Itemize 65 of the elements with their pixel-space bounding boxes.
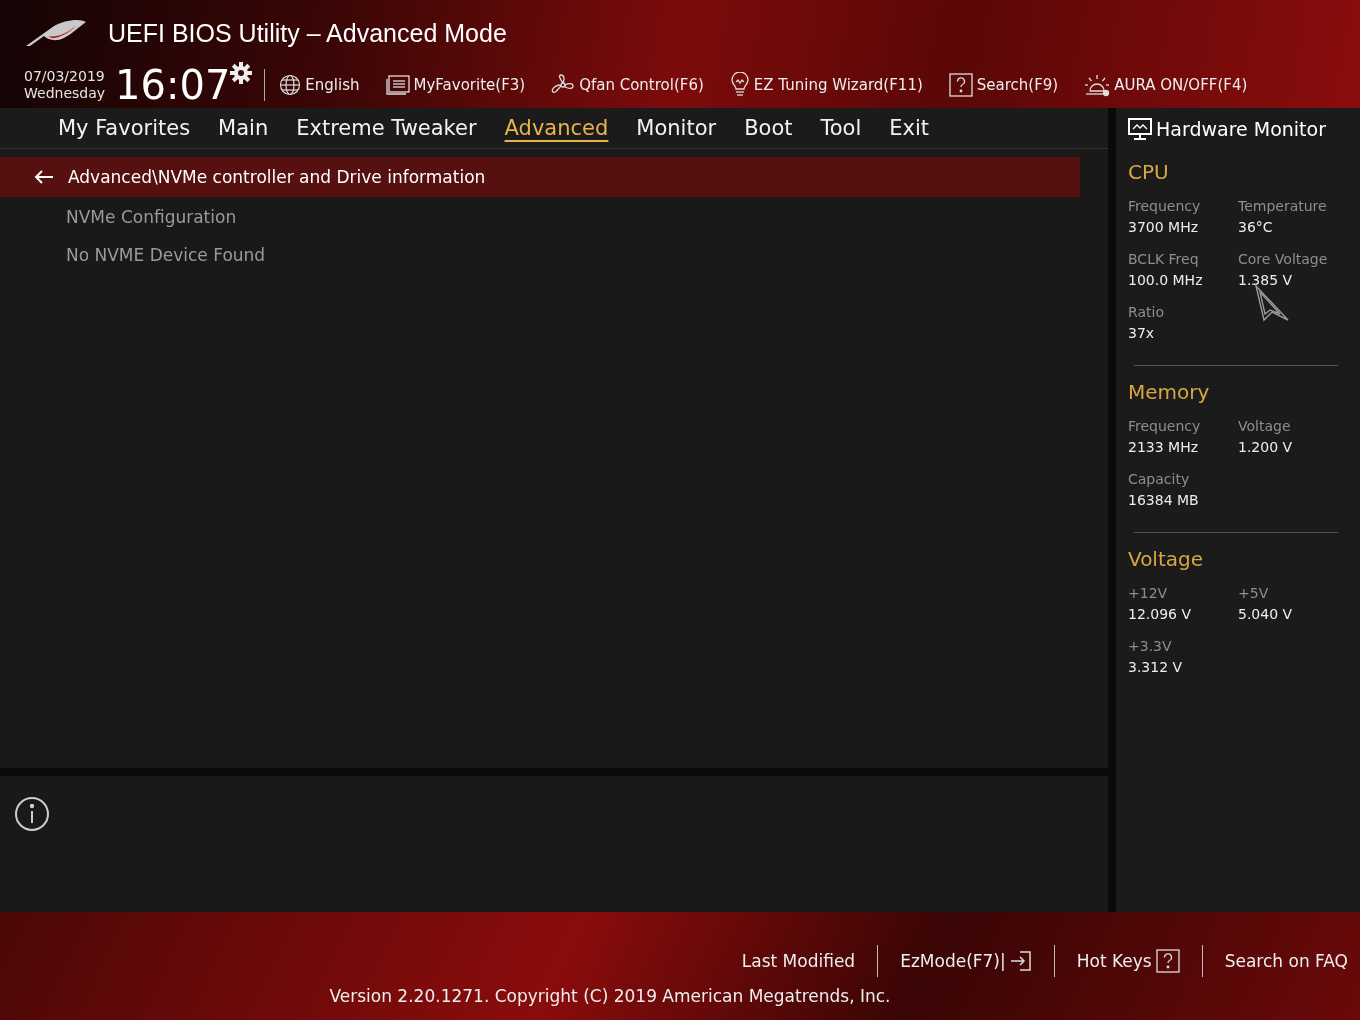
footer-link[interactable]: Last Modified (741, 951, 856, 971)
reading-value: 3.312 V (1128, 659, 1184, 675)
reading-value: 12.096 V (1128, 606, 1192, 622)
footer-link[interactable]: Search on FAQ (1224, 951, 1348, 971)
reading-label: +12V (1128, 585, 1169, 601)
toolbar-button[interactable]: EZ Tuning Wizard(F11) (729, 72, 923, 98)
reading-value: 3700 MHz (1128, 219, 1200, 235)
toolbar-button[interactable]: English (279, 74, 360, 96)
help-icon (948, 73, 973, 97)
toolbar-button[interactable]: AURA ON/OFF(F4) (1084, 73, 1248, 97)
menu-tab[interactable]: Boot (730, 114, 807, 142)
toolbar-button[interactable]: MyFavorite(F3) (385, 75, 526, 95)
back-arrow-icon[interactable] (34, 169, 54, 185)
weekday-text: Wednesday (24, 85, 106, 102)
reading-value: 1.385 V (1238, 272, 1294, 288)
monitor-icon (1128, 118, 1152, 140)
reading-label: Frequency (1128, 418, 1202, 434)
menu-tab[interactable]: Tool (806, 114, 876, 142)
version-text: Version 2.20.1271. Copyright (C) 2019 American Megatrends, Inc. (329, 986, 891, 1006)
reading-value: 1.200 V (1238, 439, 1294, 455)
cursor-icon (1254, 284, 1290, 324)
info-icon (14, 796, 50, 832)
exit-icon (1009, 951, 1032, 971)
menu-item[interactable]: No NVME Device Found (0, 235, 1108, 273)
menu-tab[interactable]: Main (204, 114, 283, 142)
footer-link[interactable]: Hot Keys (1076, 949, 1180, 973)
help-icon (1155, 949, 1180, 973)
reading-label: Temperature (1238, 198, 1328, 214)
toolbar-button[interactable]: Search(F9) (948, 73, 1059, 97)
lightbulb-icon (729, 72, 750, 98)
menu-tab[interactable]: Extreme Tweaker (282, 114, 491, 142)
light-icon (1084, 73, 1111, 97)
date-text: 07/03/2019 (24, 68, 106, 85)
reading-value: 2133 MHz (1128, 439, 1200, 455)
reading-label: BCLK Freq (1128, 251, 1200, 267)
footer-link[interactable]: EzMode(F7)| (900, 951, 1032, 971)
menu-tab[interactable]: My Favorites (44, 114, 205, 142)
panel-title: Hardware Monitor (1156, 118, 1326, 140)
logo-icon (24, 18, 88, 48)
section-title: Memory (1128, 380, 1211, 404)
reading-label: Capacity (1128, 471, 1191, 487)
toolbar-button[interactable]: Qfan Control(F6) (551, 73, 704, 97)
reading-value: 16384 MB (1128, 492, 1200, 508)
reading-label: Core Voltage (1238, 251, 1329, 267)
reading-value: 100.0 MHz (1128, 272, 1204, 288)
section-title: CPU (1128, 160, 1170, 184)
reading-label: Voltage (1238, 418, 1292, 434)
reading-label: Frequency (1128, 198, 1202, 214)
menu-tab[interactable]: Advanced (490, 114, 623, 142)
reading-label: +3.3V (1128, 638, 1173, 654)
settings-icon[interactable] (230, 62, 253, 84)
list-icon (385, 75, 410, 95)
window-title: UEFI BIOS Utility – Advanced Mode (108, 18, 507, 48)
reading-value: 5.040 V (1238, 606, 1294, 622)
menu-tab[interactable]: Exit (875, 114, 944, 142)
clock-time: 16:07 (115, 65, 231, 105)
breadcrumb-path: Advanced\NVMe controller and Drive information (68, 167, 486, 187)
menu-tab[interactable]: Monitor (622, 114, 731, 142)
reading-value: 36°C (1238, 219, 1274, 235)
menu-item[interactable]: NVMe Configuration (0, 197, 1108, 235)
reading-label: Ratio (1128, 304, 1165, 320)
reading-label: +5V (1238, 585, 1270, 601)
section-title: Voltage (1128, 547, 1205, 571)
reading-value: 37x (1128, 325, 1156, 341)
globe-icon (279, 74, 302, 96)
